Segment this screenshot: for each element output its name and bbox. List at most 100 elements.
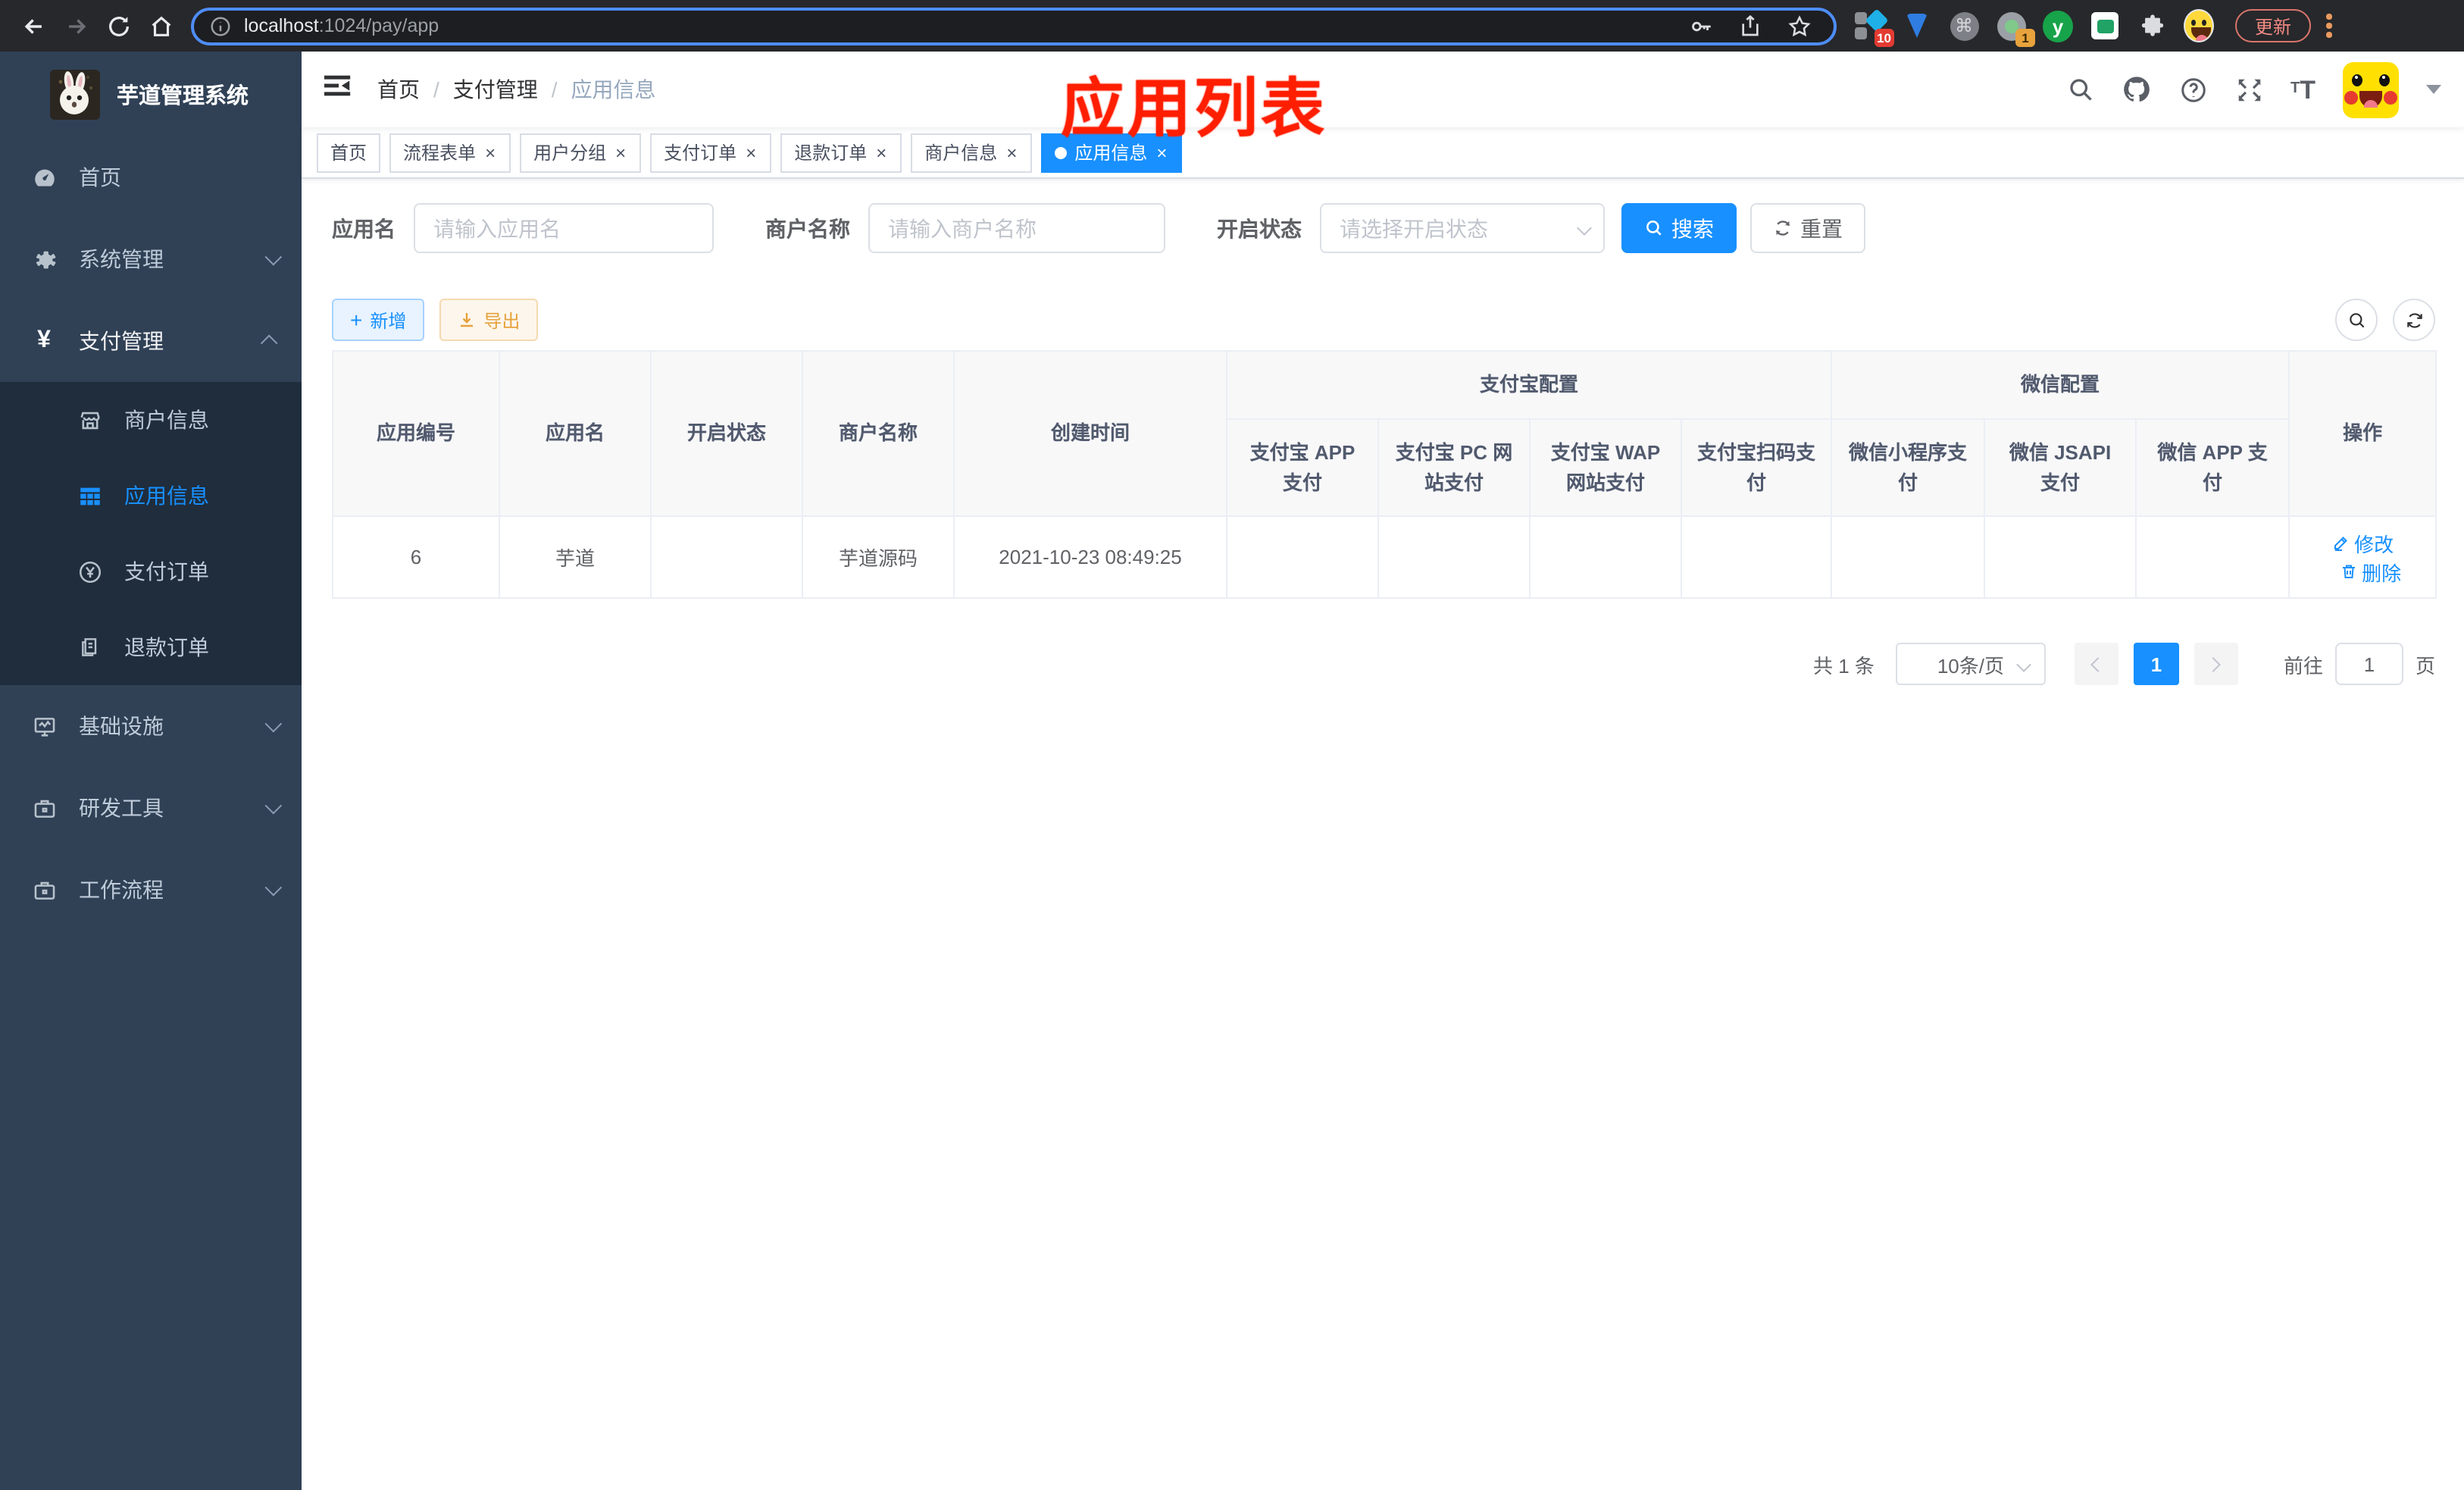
close-icon[interactable]: × — [744, 143, 758, 161]
col-alipay-app: 支付宝 APP 支付 — [1226, 418, 1379, 517]
extension-blocks-icon[interactable]: 10 — [1855, 8, 1894, 47]
cell-app-name: 芋道 — [499, 515, 652, 599]
monitor-chart-icon — [30, 713, 58, 739]
merchant-name-input[interactable] — [868, 203, 1165, 253]
close-icon[interactable]: × — [483, 143, 497, 161]
sidebar-item-infrastructure[interactable]: 基础设施 — [0, 685, 302, 767]
col-alipay-wap: 支付宝 WAP 网站支付 — [1529, 418, 1682, 517]
extension-camera-icon[interactable]: 1 — [1996, 11, 2035, 47]
sidebar-item-payment[interactable]: ¥ 支付管理 — [0, 300, 302, 382]
sidebar-item-dev-tools[interactable]: 研发工具 — [0, 767, 302, 849]
document-icon — [76, 635, 103, 659]
sidebar-item-refund-order[interactable]: 退款订单 — [0, 609, 302, 685]
app-name-input[interactable] — [414, 203, 714, 253]
col-wechat-jsapi: 微信 JSAPI 支付 — [1984, 418, 2137, 517]
tab-merchant-info[interactable]: 商户信息 × — [911, 133, 1033, 172]
user-avatar[interactable] — [2343, 61, 2399, 117]
browser-reload-icon[interactable] — [97, 5, 139, 47]
refresh-icon — [2406, 312, 2422, 327]
font-size-icon[interactable]: TT — [2290, 77, 2315, 102]
payment-submenu: 商户信息 应用信息 支付订单 退款订单 — [0, 382, 302, 685]
app-table: 应用编号 应用名 开启状态 商户名称 创建时间 支付宝配置 微信配置 操作 支付… — [332, 350, 2437, 599]
help-icon[interactable] — [2178, 75, 2207, 104]
extensions-puzzle-icon[interactable] — [2137, 11, 2167, 41]
tab-home[interactable]: 首页 — [317, 133, 381, 172]
plus-icon: + — [350, 308, 363, 332]
breadcrumb-current: 应用信息 — [571, 77, 656, 102]
close-icon[interactable]: × — [1005, 143, 1018, 161]
extension-y-icon[interactable]: y — [2043, 10, 2073, 42]
table-toolbar: + 新增 导出 — [332, 299, 2435, 341]
share-icon[interactable] — [1738, 14, 1762, 38]
goto-page-input[interactable] — [2334, 643, 2403, 685]
address-bar[interactable]: localhost:1024/pay/app — [191, 7, 1837, 45]
table-row: 6 芋道 芋道源码 2021-10-23 08:49:25 修改 删除 — [332, 515, 2437, 599]
yen-icon: ¥ — [37, 327, 51, 353]
col-group-alipay: 支付宝配置 — [1225, 350, 1833, 420]
github-icon[interactable] — [2121, 74, 2151, 105]
header-search-icon[interactable] — [2066, 76, 2093, 103]
reset-button[interactable]: 重置 — [1750, 203, 1865, 253]
breadcrumb-home[interactable]: 首页 — [377, 74, 420, 105]
page-unit-label: 页 — [2415, 654, 2435, 677]
search-button[interactable]: 搜索 — [1621, 203, 1737, 253]
sidebar-item-pay-order[interactable]: 支付订单 — [0, 534, 302, 609]
sidebar-item-workflow[interactable]: 工作流程 — [0, 849, 302, 931]
browser-menu-icon[interactable] — [2326, 14, 2332, 38]
browser-toolbar: localhost:1024/pay/app 10 ⌘ 1 y 更新 — [0, 0, 2464, 52]
show-search-button[interactable] — [2335, 299, 2378, 341]
sidebar-fold-icon[interactable] — [324, 71, 353, 108]
tab-pay-order[interactable]: 支付订单 × — [650, 133, 772, 172]
prev-page-button[interactable] — [2074, 643, 2118, 685]
site-info-icon[interactable] — [209, 14, 232, 37]
browser-forward-icon[interactable] — [55, 5, 97, 47]
sidebar-item-system[interactable]: 系统管理 — [0, 218, 302, 300]
chevron-up-icon — [260, 334, 278, 352]
chevron-down-icon — [264, 715, 283, 733]
cell-created: 2021-10-23 08:49:25 — [953, 515, 1227, 599]
tags-view-bar: 首页 流程表单 × 用户分组 × 支付订单 × 退款订单 × 商户信息 × 应用信息 × — [302, 127, 2464, 179]
status-select-input[interactable] — [1320, 203, 1605, 253]
url-text: localhost:1024/pay/app — [244, 15, 439, 36]
browser-back-icon[interactable] — [12, 5, 55, 47]
col-merchant: 商户名称 — [802, 350, 955, 517]
extension-badge: 1 — [2015, 29, 2035, 47]
refresh-table-button[interactable] — [2393, 299, 2435, 341]
extension-chat-icon[interactable] — [2090, 11, 2120, 41]
add-button[interactable]: + 新增 — [332, 299, 425, 341]
status-select[interactable] — [1320, 203, 1605, 253]
extension-command-icon[interactable]: ⌘ — [1949, 11, 1979, 41]
col-actions: 操作 — [2288, 350, 2437, 517]
sidebar-logo[interactable]: 芋道管理系统 — [0, 52, 302, 136]
col-alipay-pc: 支付宝 PC 网站支付 — [1377, 418, 1531, 517]
bookmark-star-icon[interactable] — [1787, 13, 1812, 39]
tab-refund-order[interactable]: 退款订单 × — [780, 133, 902, 172]
navbar: 首页 / 支付管理 / 应用信息 T T — [302, 52, 2464, 127]
tab-user-group[interactable]: 用户分组 × — [520, 133, 642, 172]
col-group-wechat: 微信配置 — [1831, 350, 2290, 420]
edit-link[interactable]: 修改 — [2331, 528, 2394, 557]
fullscreen-icon[interactable] — [2234, 75, 2263, 104]
logo-rabbit-image — [50, 69, 100, 119]
browser-profile-avatar[interactable] — [2184, 9, 2214, 42]
briefcase-icon — [30, 795, 58, 821]
sidebar-item-merchant-info[interactable]: 商户信息 — [0, 382, 302, 458]
search-form: 应用名 商户名称 开启状态 搜索 重置 — [332, 203, 2435, 253]
page-content: 应用名 商户名称 开启状态 搜索 重置 — [302, 179, 2464, 1490]
page-size-select[interactable]: 10条/页 — [1895, 643, 2046, 685]
close-icon[interactable]: × — [874, 143, 888, 161]
user-menu-caret-icon[interactable] — [2426, 85, 2441, 102]
password-key-icon[interactable] — [1688, 13, 1714, 39]
next-page-button[interactable] — [2194, 643, 2238, 685]
sidebar-item-app-info[interactable]: 应用信息 — [0, 458, 302, 534]
extension-gem-icon[interactable] — [1902, 11, 1932, 41]
sidebar-item-home[interactable]: 首页 — [0, 136, 302, 218]
close-icon[interactable]: × — [614, 143, 627, 161]
browser-update-button[interactable]: 更新 — [2235, 9, 2312, 42]
page-number-button[interactable]: 1 — [2133, 643, 2179, 685]
tab-flow-form[interactable]: 流程表单 × — [389, 133, 511, 172]
browser-home-icon[interactable] — [139, 5, 182, 47]
delete-link[interactable]: 删除 — [2339, 557, 2401, 586]
extensions-area: 10 ⌘ 1 y — [1855, 8, 2214, 47]
export-button[interactable]: 导出 — [439, 299, 539, 341]
